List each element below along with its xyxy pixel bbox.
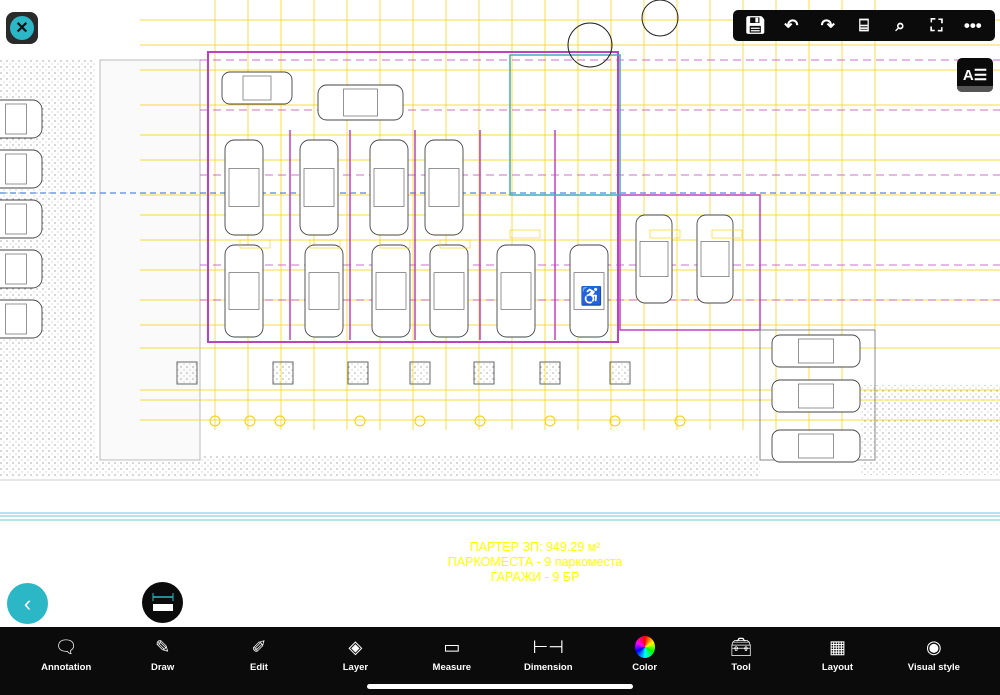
redo-icon[interactable]: ↷ (813, 16, 843, 36)
tool-tool[interactable]: 🧰︎ Tool (693, 627, 789, 695)
parked-car (224, 244, 264, 338)
zoom-extents-icon[interactable]: ⌕ (885, 16, 915, 36)
tool-label: Draw (150, 662, 175, 673)
accessible-parking-icon: ♿ (580, 285, 602, 306)
toolbox-icon: 🧰︎ (729, 637, 753, 657)
column (609, 361, 631, 385)
grid-bubble (674, 415, 686, 427)
parked-car (299, 139, 339, 236)
parked-car (771, 429, 861, 463)
back-button[interactable]: ‹ (7, 583, 48, 624)
tool-label: Measure (432, 662, 472, 673)
parked-car (771, 334, 861, 368)
close-icon: ✕ (10, 16, 34, 40)
parked-car (771, 379, 861, 413)
parked-car (429, 244, 469, 338)
ground-hatch (860, 385, 1000, 475)
close-button[interactable]: ✕ (6, 12, 38, 44)
drawing-caption: ПАРТЕР ЗП: 949.29 м² ПАРКОМЕСТА - 9 парк… (385, 540, 685, 585)
tool-label: Layer (342, 662, 369, 673)
column (176, 361, 198, 385)
parked-car (496, 244, 536, 338)
layout-icon: ▦ (828, 637, 846, 657)
grid-bubble (474, 415, 486, 427)
tool-label: Tool (731, 662, 751, 673)
parked-car (635, 214, 673, 304)
grid-bubble (609, 415, 621, 427)
grid-bubble (544, 415, 556, 427)
visual-style-icon: ◉ (926, 637, 942, 657)
column (347, 361, 369, 385)
chevron-left-icon: ‹ (23, 590, 32, 616)
tool-visual-style[interactable]: ◉ Visual style (886, 627, 982, 695)
tool-annotation[interactable]: 🗨︎ Annotation (18, 627, 114, 695)
door-swing (641, 0, 679, 37)
stair-core (509, 54, 621, 196)
tool-label: Annotation (41, 662, 92, 673)
top-toolbar: 💾︎ ↶ ↷ ⌸ ⌕ ⛶ ••• (733, 10, 995, 41)
grid-bubble (244, 415, 256, 427)
layers-icon: ◈ (348, 637, 363, 657)
parked-car (317, 84, 404, 121)
text-style-button[interactable]: A☰ (957, 58, 993, 92)
tool-layout[interactable]: ▦ Layout (789, 627, 885, 695)
column (272, 361, 294, 385)
parked-car (369, 139, 409, 236)
tool-label: Dimension (523, 662, 573, 673)
measure-tool-button[interactable] (142, 582, 183, 623)
color-wheel-icon: ● (634, 636, 655, 658)
parked-car (0, 249, 43, 289)
ruler-dimension-icon (152, 592, 173, 611)
parked-car (304, 244, 344, 338)
ruler-icon: ▭ (443, 637, 461, 657)
tool-draw[interactable]: ✎ Draw (114, 627, 210, 695)
caption-line-1: ПАРТЕР ЗП: 949.29 м² (469, 540, 601, 554)
column (409, 361, 431, 385)
tool-label: Visual style (907, 662, 960, 673)
column (539, 361, 561, 385)
parked-car (371, 244, 411, 338)
undo-icon[interactable]: ↶ (776, 16, 806, 36)
annotation-icon: 🗨︎ (54, 637, 78, 657)
caption-line-3: ГАРАЖИ - 9 БР (490, 570, 580, 584)
parked-car (0, 149, 43, 189)
pencil-icon: ✎ (155, 637, 171, 657)
edit-icon: ✐ (251, 637, 267, 657)
grid-bubble (414, 415, 426, 427)
parked-car (0, 199, 43, 239)
tool-label: Layout (821, 662, 854, 673)
parked-car (424, 139, 464, 236)
home-indicator (367, 684, 633, 689)
parked-car (696, 214, 734, 304)
tool-edit[interactable]: ✐ Edit (211, 627, 307, 695)
tool-label: Edit (250, 662, 268, 673)
section-icon[interactable]: ⌸ (849, 16, 879, 36)
parked-car (0, 99, 43, 139)
column (473, 361, 495, 385)
cad-drawing-canvas[interactable]: ♿ (0, 0, 1000, 627)
grid-bubble (274, 415, 286, 427)
parked-car (0, 299, 43, 339)
parked-car (224, 139, 264, 236)
caption-line-2: ПАРКОМЕСТА - 9 паркоместа (447, 555, 623, 569)
dimension-icon: ⊢⊣ (532, 637, 564, 657)
grid-bubble (354, 415, 366, 427)
more-icon[interactable]: ••• (958, 16, 988, 36)
fullscreen-icon[interactable]: ⛶ (922, 16, 952, 36)
save-icon[interactable]: 💾︎ (740, 16, 770, 36)
cad-label (509, 229, 541, 239)
parked-car (221, 71, 293, 105)
tool-label: Color (632, 662, 658, 673)
